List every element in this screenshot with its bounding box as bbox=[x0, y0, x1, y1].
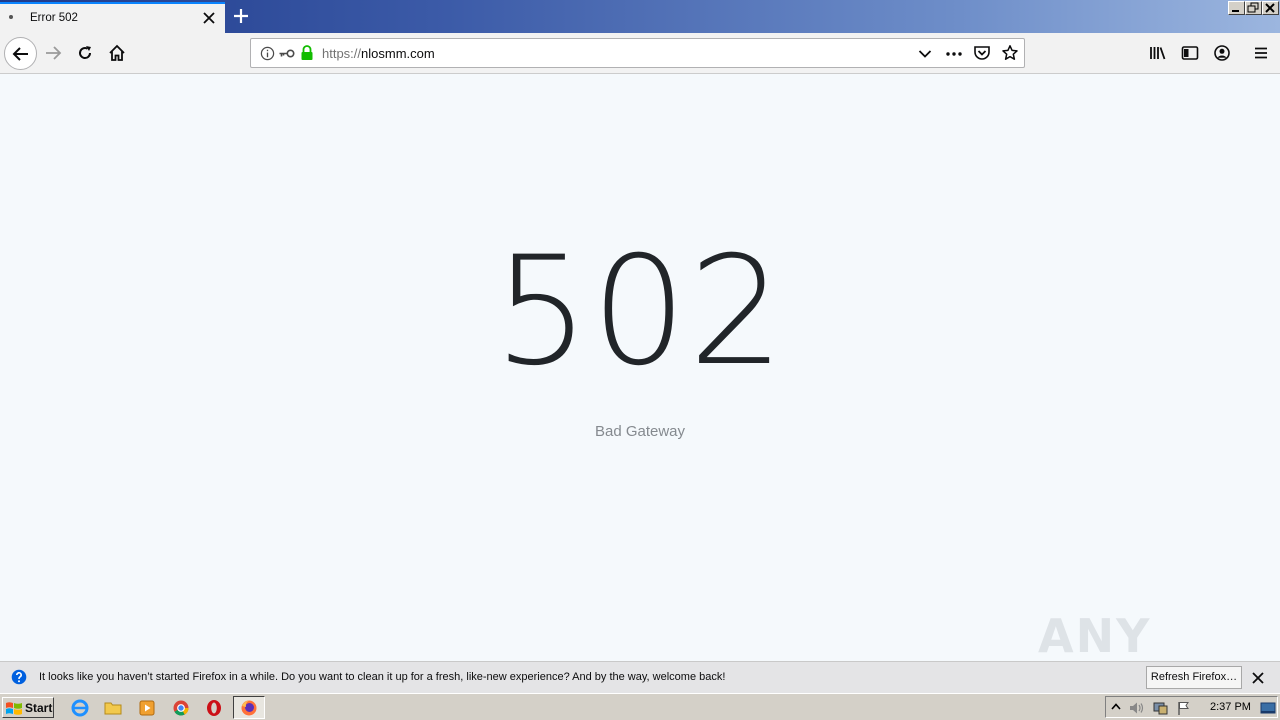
library-icon bbox=[1150, 47, 1166, 60]
sidebar-icon bbox=[1181, 46, 1199, 60]
pocket-icon[interactable] bbox=[973, 45, 991, 62]
bookmark-star-icon[interactable] bbox=[1001, 44, 1019, 62]
minimize-button[interactable] bbox=[1228, 1, 1245, 15]
minimize-icon bbox=[1232, 10, 1239, 12]
start-button[interactable]: Start bbox=[2, 697, 54, 718]
action-center-flag-icon[interactable] bbox=[1176, 700, 1192, 716]
url-host: nlosmm.com bbox=[361, 46, 435, 61]
start-label: Start bbox=[25, 700, 53, 715]
page-actions-more-icon[interactable] bbox=[945, 48, 963, 60]
home-icon bbox=[109, 44, 125, 61]
chrome-icon[interactable] bbox=[171, 698, 191, 718]
refresh-firefox-button[interactable]: Refresh Firefox… bbox=[1146, 666, 1242, 689]
restore-icon bbox=[1247, 2, 1259, 13]
tab-title: Error 502 bbox=[30, 12, 78, 24]
url-protocol: https:// bbox=[322, 46, 362, 61]
forward-arrow-icon bbox=[46, 46, 62, 60]
forward-button[interactable] bbox=[38, 38, 68, 68]
sidebar-button[interactable] bbox=[1175, 38, 1205, 68]
media-player-icon[interactable] bbox=[137, 698, 157, 718]
home-button[interactable] bbox=[102, 38, 132, 68]
network-icon[interactable] bbox=[1152, 700, 1170, 716]
address-bar[interactable]: https://nlosmm.com bbox=[250, 38, 1025, 68]
reload-icon bbox=[79, 46, 92, 59]
new-tab-plus-icon[interactable] bbox=[230, 5, 252, 27]
reload-button[interactable] bbox=[70, 38, 100, 68]
notification-text: It looks like you haven’t started Firefo… bbox=[39, 671, 726, 683]
tab-strip: Error 502 bbox=[0, 0, 1280, 33]
page-content: 502 Bad Gateway ANY RUN bbox=[0, 74, 1280, 717]
firefox-icon bbox=[241, 700, 257, 716]
account-button[interactable] bbox=[1207, 38, 1237, 68]
back-button[interactable] bbox=[4, 37, 37, 70]
notification-bar: It looks like you haven’t started Firefo… bbox=[0, 661, 1280, 693]
notification-close-icon[interactable] bbox=[1251, 671, 1265, 685]
url-dropdown-chevron-icon[interactable] bbox=[918, 48, 932, 60]
close-window-icon bbox=[1265, 3, 1275, 13]
menu-button[interactable] bbox=[1246, 38, 1276, 68]
library-button[interactable] bbox=[1143, 38, 1173, 68]
back-arrow-icon bbox=[12, 46, 28, 61]
error-message: Bad Gateway bbox=[594, 423, 686, 440]
windows-taskbar: Start 2:37 PM bbox=[0, 693, 1280, 720]
url-text[interactable]: https://nlosmm.com bbox=[322, 46, 435, 61]
internet-explorer-icon[interactable] bbox=[70, 698, 90, 718]
windows-logo-icon bbox=[6, 701, 22, 715]
site-info-icon[interactable] bbox=[260, 46, 275, 61]
error-code: 502 bbox=[493, 225, 787, 399]
taskbar-clock[interactable]: 2:37 PM bbox=[1210, 701, 1251, 713]
navigation-toolbar: https://nlosmm.com bbox=[0, 33, 1280, 74]
key-icon[interactable] bbox=[278, 46, 296, 61]
file-explorer-folder-icon[interactable] bbox=[103, 698, 123, 718]
account-icon bbox=[1214, 45, 1230, 61]
tab-close-icon[interactable] bbox=[201, 10, 217, 26]
system-tray: 2:37 PM bbox=[1105, 696, 1278, 718]
secure-lock-icon[interactable] bbox=[300, 45, 314, 61]
help-question-icon bbox=[11, 669, 27, 685]
show-desktop-icon[interactable] bbox=[1260, 700, 1276, 716]
volume-icon[interactable] bbox=[1128, 700, 1146, 716]
close-window-button[interactable] bbox=[1262, 1, 1279, 15]
show-hidden-icons-arrow-icon[interactable] bbox=[1110, 701, 1122, 713]
hamburger-menu-icon bbox=[1255, 47, 1267, 59]
tab-error-502[interactable]: Error 502 bbox=[0, 2, 225, 33]
tab-loading-dot-icon bbox=[9, 15, 13, 19]
opera-icon[interactable] bbox=[204, 698, 224, 718]
taskbar-firefox-active[interactable] bbox=[233, 696, 265, 719]
restore-button[interactable] bbox=[1245, 1, 1262, 15]
